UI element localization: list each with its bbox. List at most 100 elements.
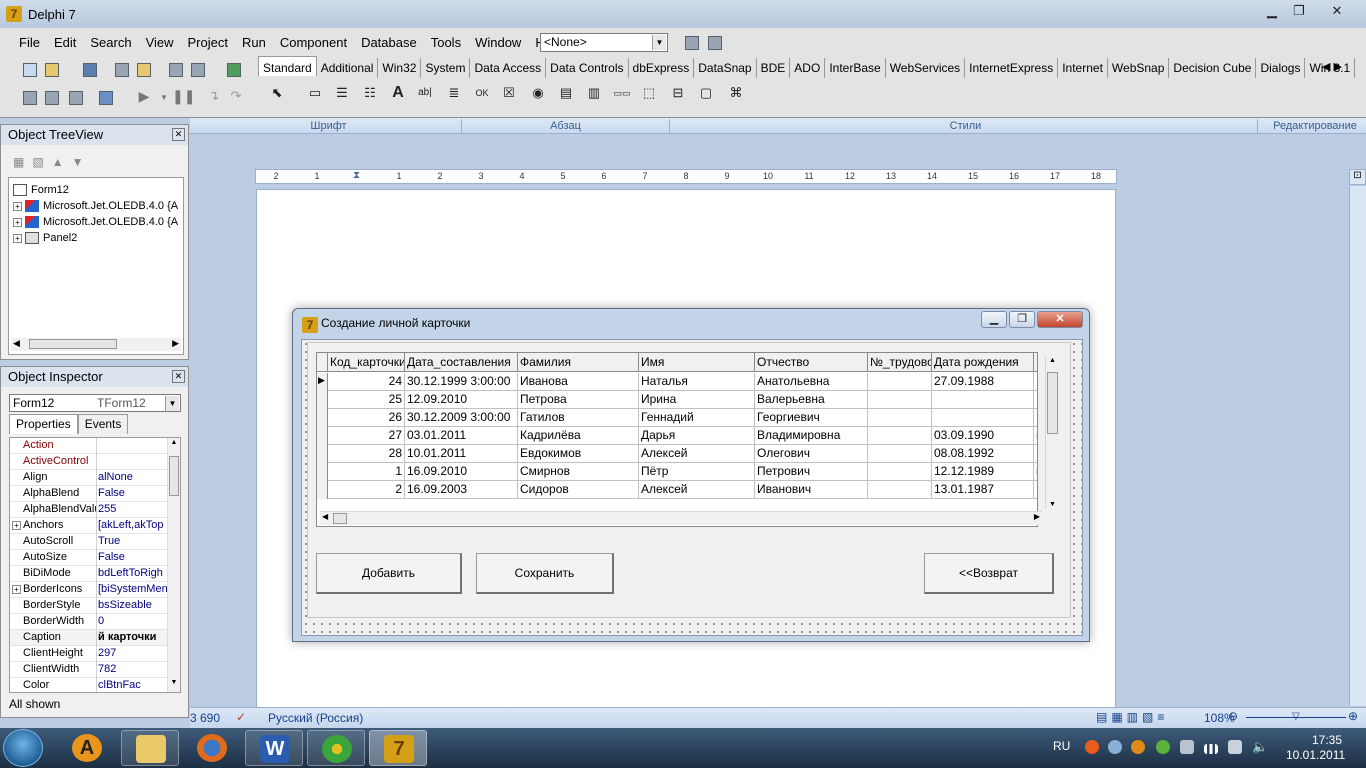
- ribbon-group-paragraph[interactable]: Абзац: [462, 119, 670, 133]
- table-cell[interactable]: Дарья: [639, 427, 755, 445]
- property-value[interactable]: й карточки: [98, 630, 168, 645]
- table-row[interactable]: 27 03.01.2011 Кадрилёва Дарья Владимировна 03…: [317, 427, 1037, 445]
- grid-column-header[interactable]: Дата_составления: [405, 353, 518, 372]
- object-selector-combo[interactable]: Form12 TForm12 ▼: [9, 394, 181, 412]
- chevron-left-icon[interactable]: ◀: [1322, 61, 1330, 73]
- table-cell[interactable]: Алексей: [639, 481, 755, 499]
- table-cell[interactable]: 13.01.1987: [932, 481, 1034, 499]
- table-cell[interactable]: 26: [328, 409, 405, 427]
- tray-network-icon[interactable]: [1108, 740, 1122, 754]
- table-cell[interactable]: 12.09.2010: [405, 391, 518, 409]
- table-cell[interactable]: 16.09.2003: [405, 481, 518, 499]
- tray-icq-icon[interactable]: [1156, 740, 1170, 754]
- word-ruler[interactable]: 2 1 ⧗ 1 2 3 4 5 6 7 8 9 10 11 12 13 14 1…: [255, 169, 1117, 184]
- tab-dialogs[interactable]: Dialogs: [1256, 58, 1306, 78]
- save-desktop-icon[interactable]: [682, 33, 702, 53]
- menu-window[interactable]: Window: [468, 33, 528, 53]
- maximize-icon[interactable]: ❐: [1286, 2, 1312, 20]
- step-over-icon[interactable]: ↷: [226, 88, 246, 108]
- tree-item[interactable]: + Microsoft.Jet.OLEDB.4.0 {A: [13, 214, 178, 230]
- tab-decision-cube[interactable]: Decision Cube: [1169, 58, 1257, 78]
- expand-icon[interactable]: +: [13, 201, 22, 211]
- grid-column-header[interactable]: №_трудовог: [868, 353, 932, 372]
- pause-icon[interactable]: ❚❚: [172, 88, 195, 108]
- table-row[interactable]: 25 12.09.2010 Петрова Ирина Валерьевна: [317, 391, 1037, 409]
- zoom-out-icon[interactable]: ⊖: [1228, 709, 1238, 723]
- table-cell[interactable]: Георгиевич: [755, 409, 868, 427]
- table-cell[interactable]: Кадрилёва: [518, 427, 639, 445]
- table-cell[interactable]: 30.12.2009 3:00:00: [405, 409, 518, 427]
- tab-standard[interactable]: Standard: [258, 56, 317, 76]
- zoom-in-icon[interactable]: ⊕: [1348, 709, 1358, 723]
- table-cell[interactable]: Алексей: [639, 445, 755, 463]
- grid-column-header[interactable]: Код_карточки: [328, 353, 405, 372]
- tab-interbase[interactable]: InterBase: [825, 58, 886, 78]
- tab-events[interactable]: Events: [77, 414, 129, 434]
- property-value[interactable]: alNone: [98, 470, 168, 485]
- table-cell[interactable]: Валерьевна: [755, 391, 868, 409]
- battery-icon[interactable]: [1228, 740, 1242, 754]
- dbgrid[interactable]: Код_карточки Дата_составления Фамилия Имя От…: [316, 352, 1038, 527]
- open-icon[interactable]: [42, 60, 62, 80]
- grid-column-header[interactable]: [317, 353, 328, 372]
- table-cell[interactable]: [868, 391, 932, 409]
- chevron-right-icon[interactable]: ▶: [172, 338, 179, 349]
- table-cell[interactable]: 10.01.2011: [405, 445, 518, 463]
- property-row[interactable]: + BorderIcons [biSystemMen: [10, 582, 180, 598]
- popupmenu-icon[interactable]: ☷: [359, 82, 381, 104]
- menu-run[interactable]: Run: [235, 33, 273, 53]
- open-project-icon[interactable]: [134, 60, 154, 80]
- combobox-icon[interactable]: ▥: [583, 82, 605, 104]
- property-value[interactable]: bdLeftToRigh: [98, 566, 168, 581]
- table-cell[interactable]: Иванович: [755, 481, 868, 499]
- minimize-icon[interactable]: ▁: [1259, 2, 1285, 20]
- taskbar-app-word[interactable]: W: [245, 730, 303, 766]
- menu-tools[interactable]: Tools: [424, 33, 468, 53]
- table-cell[interactable]: 27.09.1988: [932, 373, 1034, 391]
- table-cell[interactable]: Владимировна: [755, 427, 868, 445]
- view-mode-icons[interactable]: ▤▦▥▧≡: [1096, 710, 1168, 724]
- tab-ado[interactable]: ADO: [790, 58, 826, 78]
- table-cell[interactable]: [868, 463, 932, 481]
- table-cell[interactable]: Пётр: [639, 463, 755, 481]
- property-row[interactable]: Color clBtnFac: [10, 678, 180, 692]
- start-button[interactable]: [3, 729, 43, 767]
- property-row[interactable]: AutoScroll True: [10, 534, 180, 550]
- table-cell[interactable]: [868, 373, 932, 391]
- property-value[interactable]: [biSystemMen: [98, 582, 168, 597]
- treeview-list[interactable]: Form12 + Microsoft.Jet.OLEDB.4.0 {A + Micr…: [8, 177, 184, 355]
- view-form-icon[interactable]: [42, 88, 62, 108]
- word-count[interactable]: 3 690: [190, 711, 220, 725]
- chevron-up-icon[interactable]: ▲: [1049, 357, 1056, 364]
- table-cell[interactable]: Наталья: [639, 373, 755, 391]
- tab-datasnap[interactable]: DataSnap: [694, 58, 757, 78]
- tab-data-access[interactable]: Data Access: [470, 58, 547, 78]
- chevron-down-icon[interactable]: ▼: [169, 679, 179, 691]
- tab-internet[interactable]: Internet: [1058, 58, 1108, 78]
- radiogroup-icon[interactable]: ⊟: [667, 82, 689, 104]
- tray-device-icon[interactable]: [1180, 740, 1194, 754]
- property-row[interactable]: AutoSize False: [10, 550, 180, 566]
- property-row[interactable]: + Anchors [akLeft,akTop: [10, 518, 180, 534]
- menu-file[interactable]: File: [12, 33, 47, 53]
- table-cell[interactable]: 12.12.1989: [932, 463, 1034, 481]
- table-cell[interactable]: Ирина: [639, 391, 755, 409]
- table-cell[interactable]: г.К: [1034, 463, 1037, 481]
- listbox-icon[interactable]: ▤: [555, 82, 577, 104]
- expand-icon[interactable]: +: [13, 217, 22, 227]
- frames-icon[interactable]: ▭: [304, 82, 326, 104]
- ribbon-group-styles[interactable]: Стили: [674, 119, 1258, 133]
- table-row[interactable]: 2 16.09.2003 Сидоров Алексей Иванович 13.01.1…: [317, 481, 1037, 499]
- desktop-layout-combo[interactable]: <None> ▼: [540, 33, 668, 52]
- table-cell[interactable]: [1034, 481, 1037, 499]
- table-cell[interactable]: Смирнов: [518, 463, 639, 481]
- table-cell[interactable]: 25: [328, 391, 405, 409]
- property-value[interactable]: False: [98, 550, 168, 565]
- mainmenu-icon[interactable]: ☰: [331, 82, 353, 104]
- table-row[interactable]: 1 16.09.2010 Смирнов Пётр Петрович 12.12.1989…: [317, 463, 1037, 481]
- property-grid-scrollbar[interactable]: ▲ ▼: [167, 438, 180, 692]
- system-clock[interactable]: 17:35 10.01.2011: [1286, 733, 1345, 763]
- chevron-down-icon[interactable]: ▼: [165, 396, 179, 411]
- word-vertical-scrollbar[interactable]: [1349, 186, 1366, 706]
- expand-icon[interactable]: +: [12, 521, 21, 530]
